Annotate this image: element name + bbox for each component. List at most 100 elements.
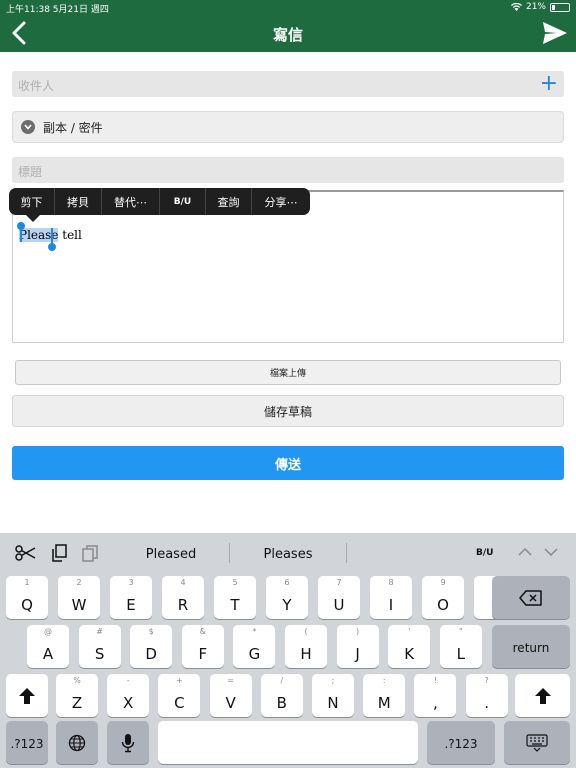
numbers-key-right[interactable]: .?123 xyxy=(427,721,495,764)
suggestion-1[interactable]: Pleased xyxy=(116,547,226,562)
key-label: K xyxy=(404,645,415,663)
dismiss-keyboard-key[interactable] xyxy=(504,721,570,764)
recipient-field[interactable]: 收件人 + xyxy=(12,71,564,97)
key-hint: = xyxy=(227,676,234,685)
key-c[interactable]: + C xyxy=(158,674,201,717)
suggestion-divider xyxy=(346,543,347,563)
numbers-key-left[interactable]: .?123 xyxy=(6,721,48,764)
key-a[interactable]: @ A xyxy=(27,625,69,668)
key-e[interactable]: 3E xyxy=(110,576,152,619)
key-label: L xyxy=(456,645,465,663)
menu-lookup[interactable]: 查詢 xyxy=(206,188,252,215)
return-key-label: return xyxy=(512,641,550,655)
body-rest-text: tell xyxy=(58,228,82,242)
key-i[interactable]: 8I xyxy=(370,576,412,619)
key-hint: ( xyxy=(304,627,308,636)
key-label: A xyxy=(42,645,54,663)
menu-bold-italic-underline[interactable]: B/U xyxy=(160,188,206,215)
key-f[interactable]: & F xyxy=(181,625,224,668)
key-l[interactable]: " L xyxy=(439,625,482,668)
key-hint: / xyxy=(280,676,284,685)
key-y[interactable]: 6Y xyxy=(266,576,308,619)
key-b[interactable]: / B xyxy=(260,674,303,717)
upload-file-button[interactable]: 檔案上傳 xyxy=(15,360,561,385)
key-v[interactable]: = V xyxy=(209,674,252,717)
key-label: O xyxy=(437,596,449,614)
key-x[interactable]: -X xyxy=(107,674,150,717)
key-n[interactable]: ; N xyxy=(312,674,354,717)
key-s[interactable]: # S xyxy=(78,625,121,668)
key-hint: 5 xyxy=(232,578,238,587)
send-button[interactable]: 傳送 xyxy=(12,446,564,480)
key-label: , xyxy=(433,694,438,712)
key-hint: 1 xyxy=(24,578,30,587)
key-d[interactable]: $ D xyxy=(130,625,173,668)
biu-button[interactable]: B/U xyxy=(476,548,493,558)
key-label: S xyxy=(94,645,105,663)
key-r[interactable]: 4R xyxy=(162,576,204,619)
add-recipient-icon[interactable]: + xyxy=(540,73,558,95)
key-hint: : xyxy=(382,676,386,685)
chevron-down-icon[interactable] xyxy=(544,545,558,559)
copy-icon[interactable] xyxy=(49,543,71,563)
chevron-up-icon[interactable] xyxy=(518,545,532,559)
key-hint: % xyxy=(73,676,81,685)
shift-icon xyxy=(19,687,35,704)
key-hint: " xyxy=(458,627,463,636)
key-hint: - xyxy=(126,676,130,685)
key-hint: 6 xyxy=(284,578,290,587)
key-h[interactable]: (H xyxy=(285,625,327,668)
key-hint: 9 xyxy=(440,578,446,587)
menu-pointer xyxy=(26,215,40,222)
space-key[interactable] xyxy=(158,721,418,764)
key-t[interactable]: 5T xyxy=(214,576,256,619)
key-period[interactable]: ?. xyxy=(465,674,508,717)
key-label: . xyxy=(484,694,489,712)
key-q[interactable]: 1Q xyxy=(6,576,48,619)
key-label: U xyxy=(333,596,345,614)
menu-cut[interactable]: 剪下 xyxy=(9,188,55,215)
paste-icon[interactable] xyxy=(79,543,101,563)
selection-end-line xyxy=(51,228,53,244)
cc-bcc-toggle[interactable]: 副本 / 密件 xyxy=(12,111,564,143)
return-key[interactable]: return xyxy=(492,625,570,668)
microphone-key[interactable] xyxy=(107,721,149,764)
key-label: J xyxy=(355,645,360,663)
key-hint: ! xyxy=(433,676,437,685)
key-hint: @ xyxy=(44,627,52,636)
key-m[interactable]: :M xyxy=(363,674,406,717)
key-z[interactable]: % Z xyxy=(56,674,98,717)
suggestion-2[interactable]: Pleases xyxy=(233,547,343,562)
key-u[interactable]: 7U xyxy=(318,576,360,619)
save-draft-button[interactable]: 儲存草稿 xyxy=(12,395,564,427)
key-label: H xyxy=(300,645,312,663)
menu-copy[interactable]: 拷貝 xyxy=(55,188,102,215)
key-label: E xyxy=(126,596,136,614)
keyboard: Pleased Pleases B/U 1Q2W3E4R5T6Y7U8I9O0P… xyxy=(0,533,576,768)
key-label: M xyxy=(377,694,391,712)
globe-key[interactable] xyxy=(56,721,98,764)
selection-start-handle[interactable] xyxy=(17,222,25,230)
text-edit-menu: 剪下 拷貝 替代⋯ B/U 查詢 分享⋯ xyxy=(9,188,310,215)
subject-placeholder: 標題 xyxy=(18,165,43,179)
shift-key-left[interactable] xyxy=(6,674,48,717)
key-hint: ) xyxy=(356,627,360,636)
backspace-key[interactable] xyxy=(492,576,570,619)
selection-end-handle[interactable] xyxy=(48,243,56,251)
menu-share[interactable]: 分享⋯ xyxy=(252,188,310,215)
key-comma[interactable]: !, xyxy=(414,674,457,717)
paper-plane-icon[interactable] xyxy=(542,21,568,45)
key-w[interactable]: 2W xyxy=(58,576,100,619)
key-label: Y xyxy=(282,596,292,614)
subject-field[interactable]: 標題 xyxy=(12,157,564,183)
numbers-key-label: .?123 xyxy=(444,737,478,751)
key-k[interactable]: ' K xyxy=(388,625,431,668)
key-g[interactable]: * G xyxy=(233,625,276,668)
scissors-icon[interactable] xyxy=(14,543,36,563)
key-j[interactable]: ) J xyxy=(336,625,379,668)
shift-key-right[interactable] xyxy=(515,674,570,717)
key-hint: + xyxy=(176,676,183,685)
menu-replace[interactable]: 替代⋯ xyxy=(102,188,160,215)
key-label: B xyxy=(276,694,287,712)
key-o[interactable]: 9O xyxy=(422,576,464,619)
